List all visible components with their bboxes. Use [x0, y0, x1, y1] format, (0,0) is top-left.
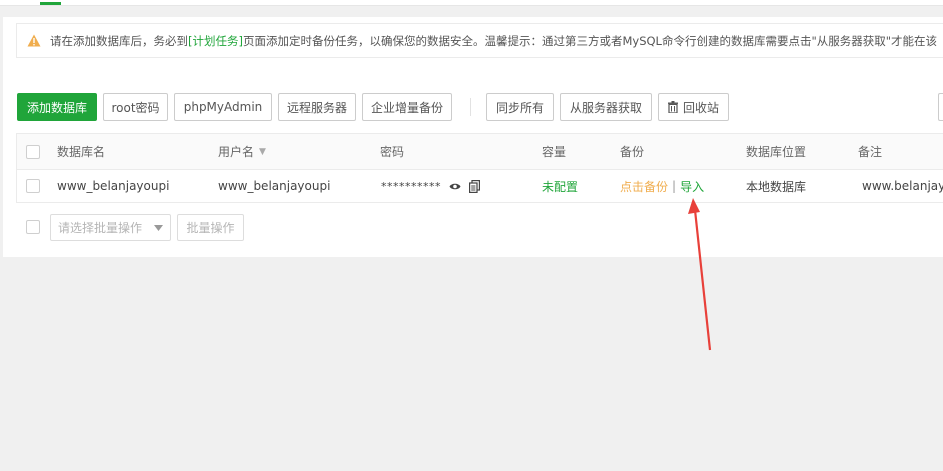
- header-checkbox-cell: [26, 134, 40, 169]
- notice-text-before: 请在添加数据库后，务必到: [50, 33, 188, 48]
- capacity-cell[interactable]: 未配置: [542, 169, 578, 203]
- cron-task-link[interactable]: [计划任务]: [188, 33, 243, 49]
- remote-server-button[interactable]: 远程服务器: [278, 93, 356, 121]
- header-username-label: 用户名: [218, 145, 255, 159]
- db-name-cell: www_belanjayoupi: [57, 179, 170, 193]
- remark-cell[interactable]: www.belanjayo: [862, 169, 943, 203]
- table-header: 数据库名 用户名 ▼ 密码 容量 备份 数据库位置 备注: [17, 134, 943, 170]
- header-remark: 备注: [858, 145, 883, 159]
- recycle-bin-label: 回收站: [682, 100, 719, 115]
- recycle-bin-button[interactable]: 回收站: [658, 93, 729, 121]
- trash-icon: [667, 101, 678, 113]
- row-checkbox-cell: [26, 169, 40, 203]
- header-capacity: 容量: [542, 145, 567, 159]
- batch-operation-button[interactable]: 批量操作: [177, 214, 244, 241]
- sync-all-button[interactable]: 同步所有: [486, 93, 554, 121]
- header-username[interactable]: 用户名 ▼: [218, 134, 266, 169]
- batch-select-placeholder: 请选择批量操作: [58, 221, 143, 235]
- footer-checkbox-cell: [26, 220, 40, 234]
- root-password-button[interactable]: root密码: [103, 93, 168, 121]
- header-db-name[interactable]: 数据库名: [57, 134, 105, 169]
- enterprise-backup-button[interactable]: 企业增量备份: [362, 93, 452, 121]
- header-location: 数据库位置: [746, 145, 807, 159]
- backup-cell: 点击备份 | 导入: [620, 169, 704, 203]
- footer-select-all-checkbox[interactable]: [26, 220, 40, 234]
- notice-text-after: 页面添加定时备份任务，以确保您的数据安全。温馨提示：通过第三方或者MySQL命令…: [242, 33, 938, 48]
- link-separator: |: [672, 179, 677, 193]
- header-backup: 备份: [620, 145, 645, 159]
- active-tab-indicator: [40, 2, 61, 5]
- toolbar-right-button[interactable]: [938, 93, 943, 121]
- toolbar-divider: [470, 98, 471, 116]
- add-database-button[interactable]: 添加数据库: [17, 93, 97, 121]
- sort-down-icon[interactable]: ▼: [259, 147, 266, 157]
- fetch-from-server-button[interactable]: 从服务器获取: [560, 93, 652, 121]
- chevron-down-icon: [154, 225, 163, 231]
- header-password: 密码: [380, 145, 405, 159]
- phpmyadmin-button[interactable]: phpMyAdmin: [174, 93, 272, 121]
- top-tab-bar: [0, 0, 943, 6]
- username-cell: www_belanjayoupi: [218, 179, 331, 193]
- select-all-checkbox[interactable]: [26, 144, 40, 159]
- eye-icon[interactable]: [449, 182, 461, 191]
- notice-banner: 请在添加数据库后，务必到 [计划任务] 页面添加定时备份任务，以确保您的数据安全。温…: [16, 23, 943, 58]
- password-cell: **********: [381, 169, 480, 203]
- database-table: 数据库名 用户名 ▼ 密码 容量 备份 数据库位置 备注 www_belanja…: [16, 133, 943, 203]
- table-row: www_belanjayoupi www_belanjayoupi ******…: [17, 169, 943, 203]
- location-cell: 本地数据库: [746, 179, 807, 194]
- warning-icon: [27, 34, 41, 47]
- row-checkbox[interactable]: [26, 179, 40, 193]
- backup-link[interactable]: 点击备份: [620, 178, 668, 195]
- batch-operation-select[interactable]: 请选择批量操作: [50, 214, 171, 241]
- copy-icon[interactable]: [469, 179, 480, 193]
- masked-password: **********: [381, 179, 441, 193]
- import-link[interactable]: 导入: [680, 178, 704, 195]
